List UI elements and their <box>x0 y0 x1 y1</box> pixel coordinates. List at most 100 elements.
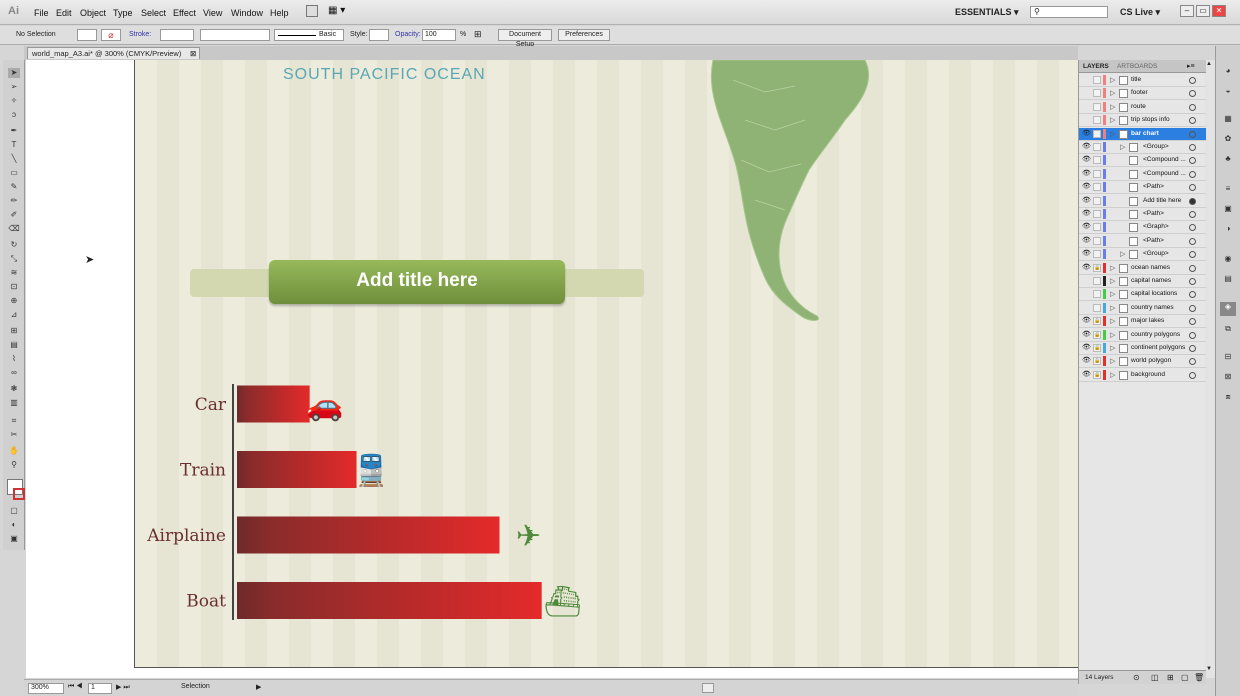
color-mode-icon[interactable]: ▢ <box>8 506 20 516</box>
zoom-tool-icon[interactable]: ⚲ <box>8 460 20 470</box>
layer-row[interactable]: 👁 <Path> <box>1079 208 1206 221</box>
transparency-panel-icon[interactable]: ◑ <box>1222 224 1234 234</box>
menu-help[interactable]: Help <box>270 8 289 18</box>
artboard[interactable]: SOUTH PACIFIC OCEAN Add title here Car Tr… <box>134 60 1078 668</box>
lock-toggle-icon[interactable]: 🔒 <box>1093 263 1101 272</box>
layer-name[interactable]: ocean names <box>1131 264 1170 271</box>
ocean-label[interactable]: SOUTH PACIFIC OCEAN <box>283 66 486 84</box>
lock-toggle-icon[interactable] <box>1093 169 1101 178</box>
expand-toggle-icon[interactable]: ▷ <box>1110 317 1115 325</box>
menu-object[interactable]: Object <box>80 8 106 18</box>
visibility-eye-icon[interactable]: 👁 <box>1082 210 1091 218</box>
column-graph-tool-icon[interactable]: ▥ <box>8 398 20 408</box>
visibility-eye-icon[interactable]: 👁 <box>1082 331 1091 339</box>
brush-field[interactable]: Basic <box>274 29 344 41</box>
document-tab[interactable]: world_map_A3.ai* @ 300% (CMYK/Preview) ⊠ <box>27 47 201 59</box>
lock-toggle-icon[interactable] <box>1093 76 1101 84</box>
layer-name[interactable]: <Path> <box>1143 210 1164 217</box>
pen-tool-icon[interactable]: ✒ <box>8 126 20 136</box>
artboard-tool-icon[interactable]: ⌗ <box>8 416 20 426</box>
lock-toggle-icon[interactable]: 🔒 <box>1093 357 1101 366</box>
magic-wand-tool-icon[interactable]: ✧ <box>8 96 20 106</box>
paintbrush-tool-icon[interactable]: ✎ <box>8 182 20 192</box>
appearance-panel-icon[interactable]: ◉ <box>1222 254 1234 264</box>
layer-name[interactable]: <Graph> <box>1143 223 1169 230</box>
eyedropper-tool-icon[interactable]: ⌇ <box>8 354 20 364</box>
visibility-eye-icon[interactable] <box>1082 103 1090 111</box>
tab-artboards[interactable]: ARTBOARDS <box>1117 63 1157 70</box>
lock-toggle-icon[interactable] <box>1093 102 1101 111</box>
last-artboard-icon[interactable]: ▶ ⏭ <box>116 683 130 692</box>
hand-tool-icon[interactable]: ✋ <box>8 446 20 456</box>
opacity-label[interactable]: Opacity: <box>395 31 421 38</box>
target-circle-icon[interactable] <box>1189 264 1196 272</box>
bar-airplaine[interactable] <box>237 516 500 554</box>
layer-name[interactable]: trip stops info <box>1131 116 1170 123</box>
visibility-eye-icon[interactable]: 👁 <box>1082 197 1091 205</box>
stroke-swatch[interactable]: ⌀ <box>101 29 121 41</box>
workspace-switcher[interactable]: ESSENTIALS ▾ <box>955 7 1019 18</box>
lock-toggle-icon[interactable]: 🔒 <box>1093 344 1101 352</box>
layer-name[interactable]: Add title here <box>1143 197 1181 204</box>
restore-button[interactable]: ▭ <box>1196 5 1210 17</box>
lock-toggle-icon[interactable] <box>1093 223 1101 232</box>
lock-toggle-icon[interactable] <box>1093 89 1101 98</box>
transform-panel-icon[interactable]: ⧈ <box>1222 392 1234 402</box>
scroll-up-icon[interactable]: ▲ <box>1206 61 1212 67</box>
visibility-eye-icon[interactable] <box>1082 76 1090 84</box>
scroll-down-icon[interactable]: ▼ <box>1206 666 1212 672</box>
chart-title[interactable]: Add title here <box>269 270 565 292</box>
visibility-eye-icon[interactable]: 👁 <box>1082 264 1091 272</box>
delete-layer-icon[interactable]: 🗑 <box>1194 673 1204 682</box>
artboard-number-field[interactable]: 1 <box>88 683 112 694</box>
target-circle-icon[interactable] <box>1189 211 1196 218</box>
stroke-weight-field[interactable] <box>160 29 194 41</box>
train-icon[interactable]: 🚆 <box>353 453 390 489</box>
expand-toggle-icon[interactable]: ▷ <box>1110 344 1115 352</box>
category-label[interactable]: Car <box>195 395 227 415</box>
layer-row[interactable]: 👁 <Path> <box>1079 181 1206 195</box>
target-circle-icon[interactable] <box>1189 345 1196 352</box>
expand-toggle-icon[interactable]: ▷ <box>1110 116 1115 124</box>
fill-swatch[interactable] <box>77 29 97 41</box>
layer-row[interactable]: ▷ footer <box>1079 87 1206 101</box>
target-circle-icon[interactable] <box>1189 304 1196 312</box>
layer-row[interactable]: ▷ capital names <box>1079 275 1206 288</box>
opacity-field[interactable]: 100 <box>422 29 456 41</box>
document-setup-button[interactable]: Document Setup <box>498 29 552 48</box>
stroke-panel-icon[interactable]: ≡ <box>1222 184 1234 194</box>
target-circle-icon[interactable] <box>1189 278 1196 285</box>
bar-boat[interactable] <box>237 582 542 619</box>
brushes-panel-icon[interactable]: ✿ <box>1222 134 1234 144</box>
layer-row[interactable]: 👁 🔒 ▷ ocean names <box>1079 262 1206 275</box>
layers-panel-icon[interactable]: ◈ <box>1220 302 1236 316</box>
close-button[interactable]: ✕ <box>1212 5 1226 17</box>
layer-name[interactable]: country names <box>1131 304 1174 311</box>
layer-row[interactable]: 👁 🔒 ▷ country polygons <box>1079 329 1206 342</box>
zoom-field[interactable]: 300% <box>28 683 64 694</box>
warp-tool-icon[interactable]: ≋ <box>8 268 20 278</box>
layer-name[interactable]: major lakes <box>1131 317 1164 324</box>
layer-name[interactable]: <Compound ... <box>1143 170 1186 177</box>
lasso-tool-icon[interactable]: ↄ <box>8 110 20 120</box>
target-circle-icon[interactable] <box>1189 371 1196 379</box>
visibility-eye-icon[interactable]: 👁 <box>1082 156 1091 164</box>
new-layer-icon[interactable]: ▢ <box>1181 673 1189 682</box>
align-panel-icon[interactable]: ⊟ <box>1222 352 1234 362</box>
lock-toggle-icon[interactable] <box>1093 129 1101 138</box>
visibility-eye-icon[interactable] <box>1082 277 1090 285</box>
expand-toggle-icon[interactable]: ▷ <box>1110 331 1115 339</box>
clipping-mask-icon[interactable]: ◫ <box>1151 673 1159 682</box>
drawing-mode-icon[interactable]: ◐ <box>8 520 20 530</box>
mesh-tool-icon[interactable]: ⊞ <box>8 326 20 336</box>
target-circle-icon[interactable] <box>1189 251 1196 259</box>
layer-row[interactable]: 👁 <Compound ... <box>1079 154 1206 168</box>
rotate-tool-icon[interactable]: ↻ <box>8 240 20 250</box>
target-circle-icon[interactable] <box>1189 77 1196 84</box>
lock-toggle-icon[interactable] <box>1093 303 1101 312</box>
vertical-scrollbar[interactable]: ▲ ▼ <box>1205 60 1215 678</box>
lock-toggle-icon[interactable] <box>1093 250 1101 259</box>
car-icon[interactable]: 🚗 <box>306 388 343 423</box>
lock-toggle-icon[interactable] <box>1093 210 1101 218</box>
layer-row[interactable]: 👁 🔒 ▷ world polygon <box>1079 355 1206 369</box>
